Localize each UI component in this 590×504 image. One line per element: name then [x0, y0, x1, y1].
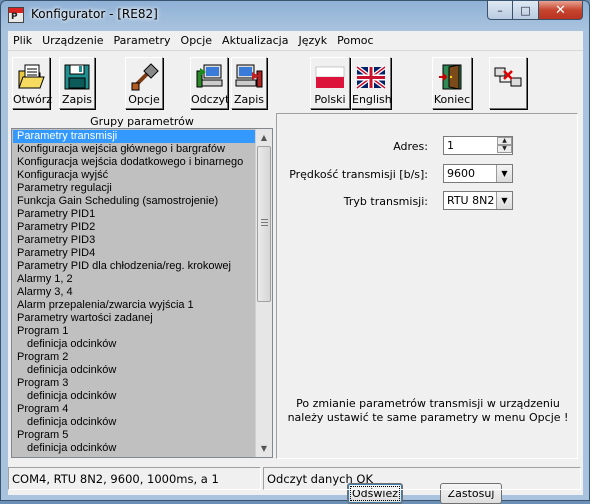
list-item[interactable]: Alarmy 3, 4 [13, 286, 255, 299]
list-item[interactable]: Program 1 [13, 325, 255, 338]
parameter-groups-list: Parametry transmisji Konfiguracja wejścia… [11, 128, 273, 458]
address-value: 1 [447, 139, 454, 152]
list-item[interactable]: Alarmy 1, 2 [13, 273, 255, 286]
save-label: Zapis [61, 93, 93, 106]
minimize-button[interactable]: – [487, 1, 513, 20]
baud-rate-value: 9600 [447, 167, 475, 180]
open-file-icon [18, 64, 45, 89]
menu-aktualizacja[interactable]: Aktualizacja [217, 34, 293, 47]
list-item[interactable]: Program 2 [13, 351, 255, 364]
transmission-mode-label: Tryb transmisji: [343, 195, 428, 208]
read-button[interactable]: Odczyt [190, 57, 230, 109]
exit-door-icon [439, 64, 462, 90]
list-item[interactable]: definicja odcinków [13, 416, 255, 429]
address-spinner[interactable]: 1 ▲ ▼ [443, 136, 513, 155]
options-icon [131, 63, 159, 91]
info-line-2: należy ustawić te same parametry w menu … [287, 411, 569, 424]
menu-bar: Plik Urządzenie Parametry Opcje Aktualiz… [8, 31, 583, 51]
list-item[interactable]: Program 4 [13, 403, 255, 416]
menu-urzadzenie[interactable]: Urządzenie [37, 34, 108, 47]
chevron-down-icon[interactable]: ▼ [496, 192, 512, 209]
menu-pomoc[interactable]: Pomoc [332, 34, 378, 47]
options-button[interactable]: Opcje [125, 57, 163, 109]
list-item[interactable]: Program 5 [13, 429, 255, 442]
spin-up-icon[interactable]: ▲ [497, 137, 512, 145]
status-message: Odczyt danych OK [263, 467, 581, 490]
app-window: P Konfigurator - [RE82] – □ ✕ Plik Urząd… [0, 0, 590, 504]
transmission-mode-value: RTU 8N2 [447, 194, 495, 207]
disconnect-button[interactable] [489, 57, 527, 109]
menu-parametry[interactable]: Parametry [109, 34, 176, 47]
list-item[interactable]: Funkcja Gain Scheduling (samostrojenie) [13, 195, 255, 208]
english-label: English [352, 93, 392, 106]
transmission-mode-select[interactable]: RTU 8N2 ▼ [443, 191, 513, 210]
address-label: Adres: [393, 140, 428, 153]
status-bar: COM4, RTU 8N2, 9600, 1000ms, a 1 Odczyt … [8, 465, 583, 493]
client-area: Otwórz Zapis Opcje Odczyt Zapis Polski E… [8, 51, 583, 504]
write-button[interactable]: Zapis [231, 57, 267, 109]
list-item[interactable]: Konfiguracja wyjść [13, 169, 255, 182]
scroll-up-icon[interactable]: ▲ [256, 129, 272, 146]
list-item[interactable]: Parametry PID dla chłodzenia/reg. krokow… [13, 260, 255, 273]
connection-status: COM4, RTU 8N2, 9600, 1000ms, a 1 [8, 467, 261, 490]
english-language-button[interactable]: English [351, 57, 392, 109]
vertical-scrollbar[interactable]: ▲ ▼ [255, 129, 272, 457]
read-label: Odczyt [191, 93, 230, 106]
list-item[interactable]: Parametry PID2 [13, 221, 255, 234]
list-item[interactable]: definicja odcinków [13, 338, 255, 351]
scroll-thumb[interactable] [257, 146, 271, 302]
list-item[interactable]: definicja odcinków [13, 364, 255, 377]
options-label: Opcje [128, 93, 160, 106]
write-to-device-icon [235, 64, 263, 88]
save-button[interactable]: Zapis [59, 57, 95, 109]
menu-jezyk[interactable]: Język [293, 34, 332, 47]
list-item[interactable]: Parametry PID3 [13, 234, 255, 247]
list-item[interactable]: Alarm przepalenia/zwarcia wyjścia 1 [13, 299, 255, 312]
polish-flag-icon [315, 66, 345, 88]
list-item[interactable]: Parametry PID1 [13, 208, 255, 221]
list-item[interactable]: Program 3 [13, 377, 255, 390]
close-button[interactable]: ✕ [539, 1, 583, 20]
info-line-1: Po zmianie parametrów transmisji w urząd… [296, 397, 560, 410]
polish-language-button[interactable]: Polski [310, 57, 350, 109]
parameter-groups-title: Grupy parametrów [90, 115, 194, 128]
transmission-settings-panel: Adres: 1 ▲ ▼ Prędkość transmisji [b/s]: … [276, 113, 578, 504]
list-item[interactable]: Parametry transmisji [13, 130, 255, 143]
baud-rate-label: Prędkość transmisji [b/s]: [289, 168, 428, 181]
title-bar[interactable]: P Konfigurator - [RE82] – □ ✕ [1, 1, 589, 29]
chevron-down-icon[interactable]: ▼ [496, 165, 512, 182]
scroll-down-icon[interactable]: ▼ [256, 440, 272, 457]
parameter-list-items: Parametry transmisji Konfiguracja wejścia… [13, 130, 255, 456]
menu-opcje[interactable]: Opcje [176, 34, 218, 47]
exit-button[interactable]: Koniec [432, 57, 472, 109]
maximize-button[interactable]: □ [513, 1, 539, 20]
open-label: Otwórz [13, 93, 52, 106]
menu-plik[interactable]: Plik [8, 34, 37, 47]
list-item[interactable]: Konfiguracja wejścia dodatkowego i binar… [13, 156, 255, 169]
maximize-icon: □ [520, 3, 531, 17]
list-item[interactable]: Konfiguracja wejścia głównego i bargrafó… [13, 143, 255, 156]
app-icon[interactable]: P [8, 7, 24, 23]
read-from-device-icon [196, 64, 223, 88]
polish-label: Polski [314, 93, 346, 106]
list-item[interactable]: Parametry wartości zadanej [13, 312, 255, 325]
uk-flag-icon [356, 65, 386, 90]
baud-rate-select[interactable]: 9600 ▼ [443, 164, 513, 183]
spin-down-icon[interactable]: ▼ [497, 145, 512, 153]
open-button[interactable]: Otwórz [12, 57, 52, 109]
window-title: Konfigurator - [RE82] [31, 7, 158, 21]
caption-buttons: – □ ✕ [487, 1, 583, 21]
exit-label: Koniec [433, 93, 471, 106]
list-item[interactable]: Parametry PID4 [13, 247, 255, 260]
network-disconnect-icon [494, 67, 522, 87]
list-item[interactable]: definicja odcinków [13, 390, 255, 403]
floppy-disk-icon [64, 64, 90, 90]
close-icon: ✕ [555, 2, 566, 18]
minimize-icon: – [497, 3, 503, 17]
list-item[interactable]: Parametry regulacji [13, 182, 255, 195]
write-label: Zapis [233, 93, 265, 106]
list-item[interactable]: definicja odcinków [13, 442, 255, 455]
